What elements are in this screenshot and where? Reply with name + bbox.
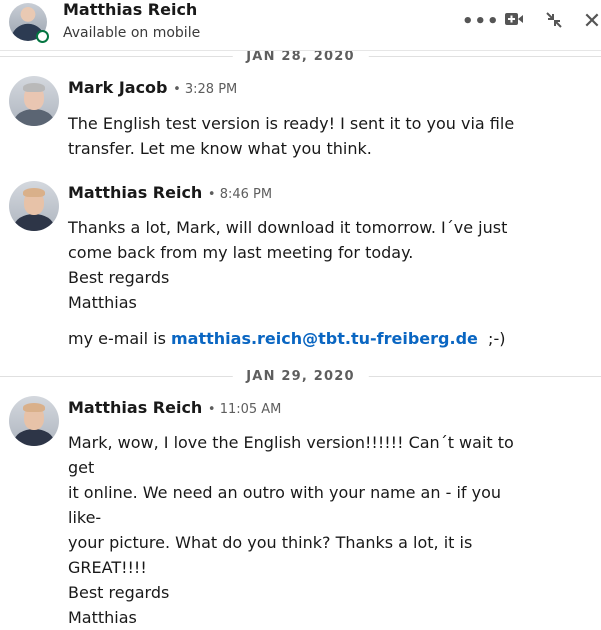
message-body: my e-mail is matthias.reich@tbt.tu-freib… [68,329,506,348]
sender-name[interactable]: Matthias Reich • 11:05 AM [68,398,281,420]
message-body: The English test version is ready! I sen… [68,114,515,158]
message-body: Mark, wow, I love the English version!!!… [68,433,514,627]
sender-avatar[interactable] [9,396,59,446]
sender-name[interactable]: Matthias Reich • 8:46 PM [68,183,272,205]
contact-name[interactable]: Matthias Reich [63,0,197,20]
message-body: Thanks a lot, Mark, will download it tom… [68,218,508,312]
sender-avatar[interactable] [9,76,59,126]
date-label: JAN 29, 2020 [232,367,369,387]
date-divider: JAN 29, 2020 [0,367,601,387]
more-icon[interactable]: ••• [462,10,499,34]
message-time: • 3:28 PM [173,82,238,97]
sender-avatar[interactable] [9,181,59,231]
contact-status: Available on mobile [63,25,201,41]
conversation-header: Matthias Reich Available on mobile ••• ✕ [0,0,601,51]
collapse-icon[interactable] [542,10,566,34]
message-time: • 8:46 PM [207,187,273,202]
email-link[interactable]: matthias.reich@tbt.tu-freiberg.de [171,329,478,348]
message-time: • 11:05 AM [207,402,282,417]
online-status-icon [36,30,49,43]
sender-name[interactable]: Mark Jacob • 3:28 PM [68,78,237,100]
video-icon[interactable] [502,10,526,34]
close-icon[interactable]: ✕ [580,10,601,34]
